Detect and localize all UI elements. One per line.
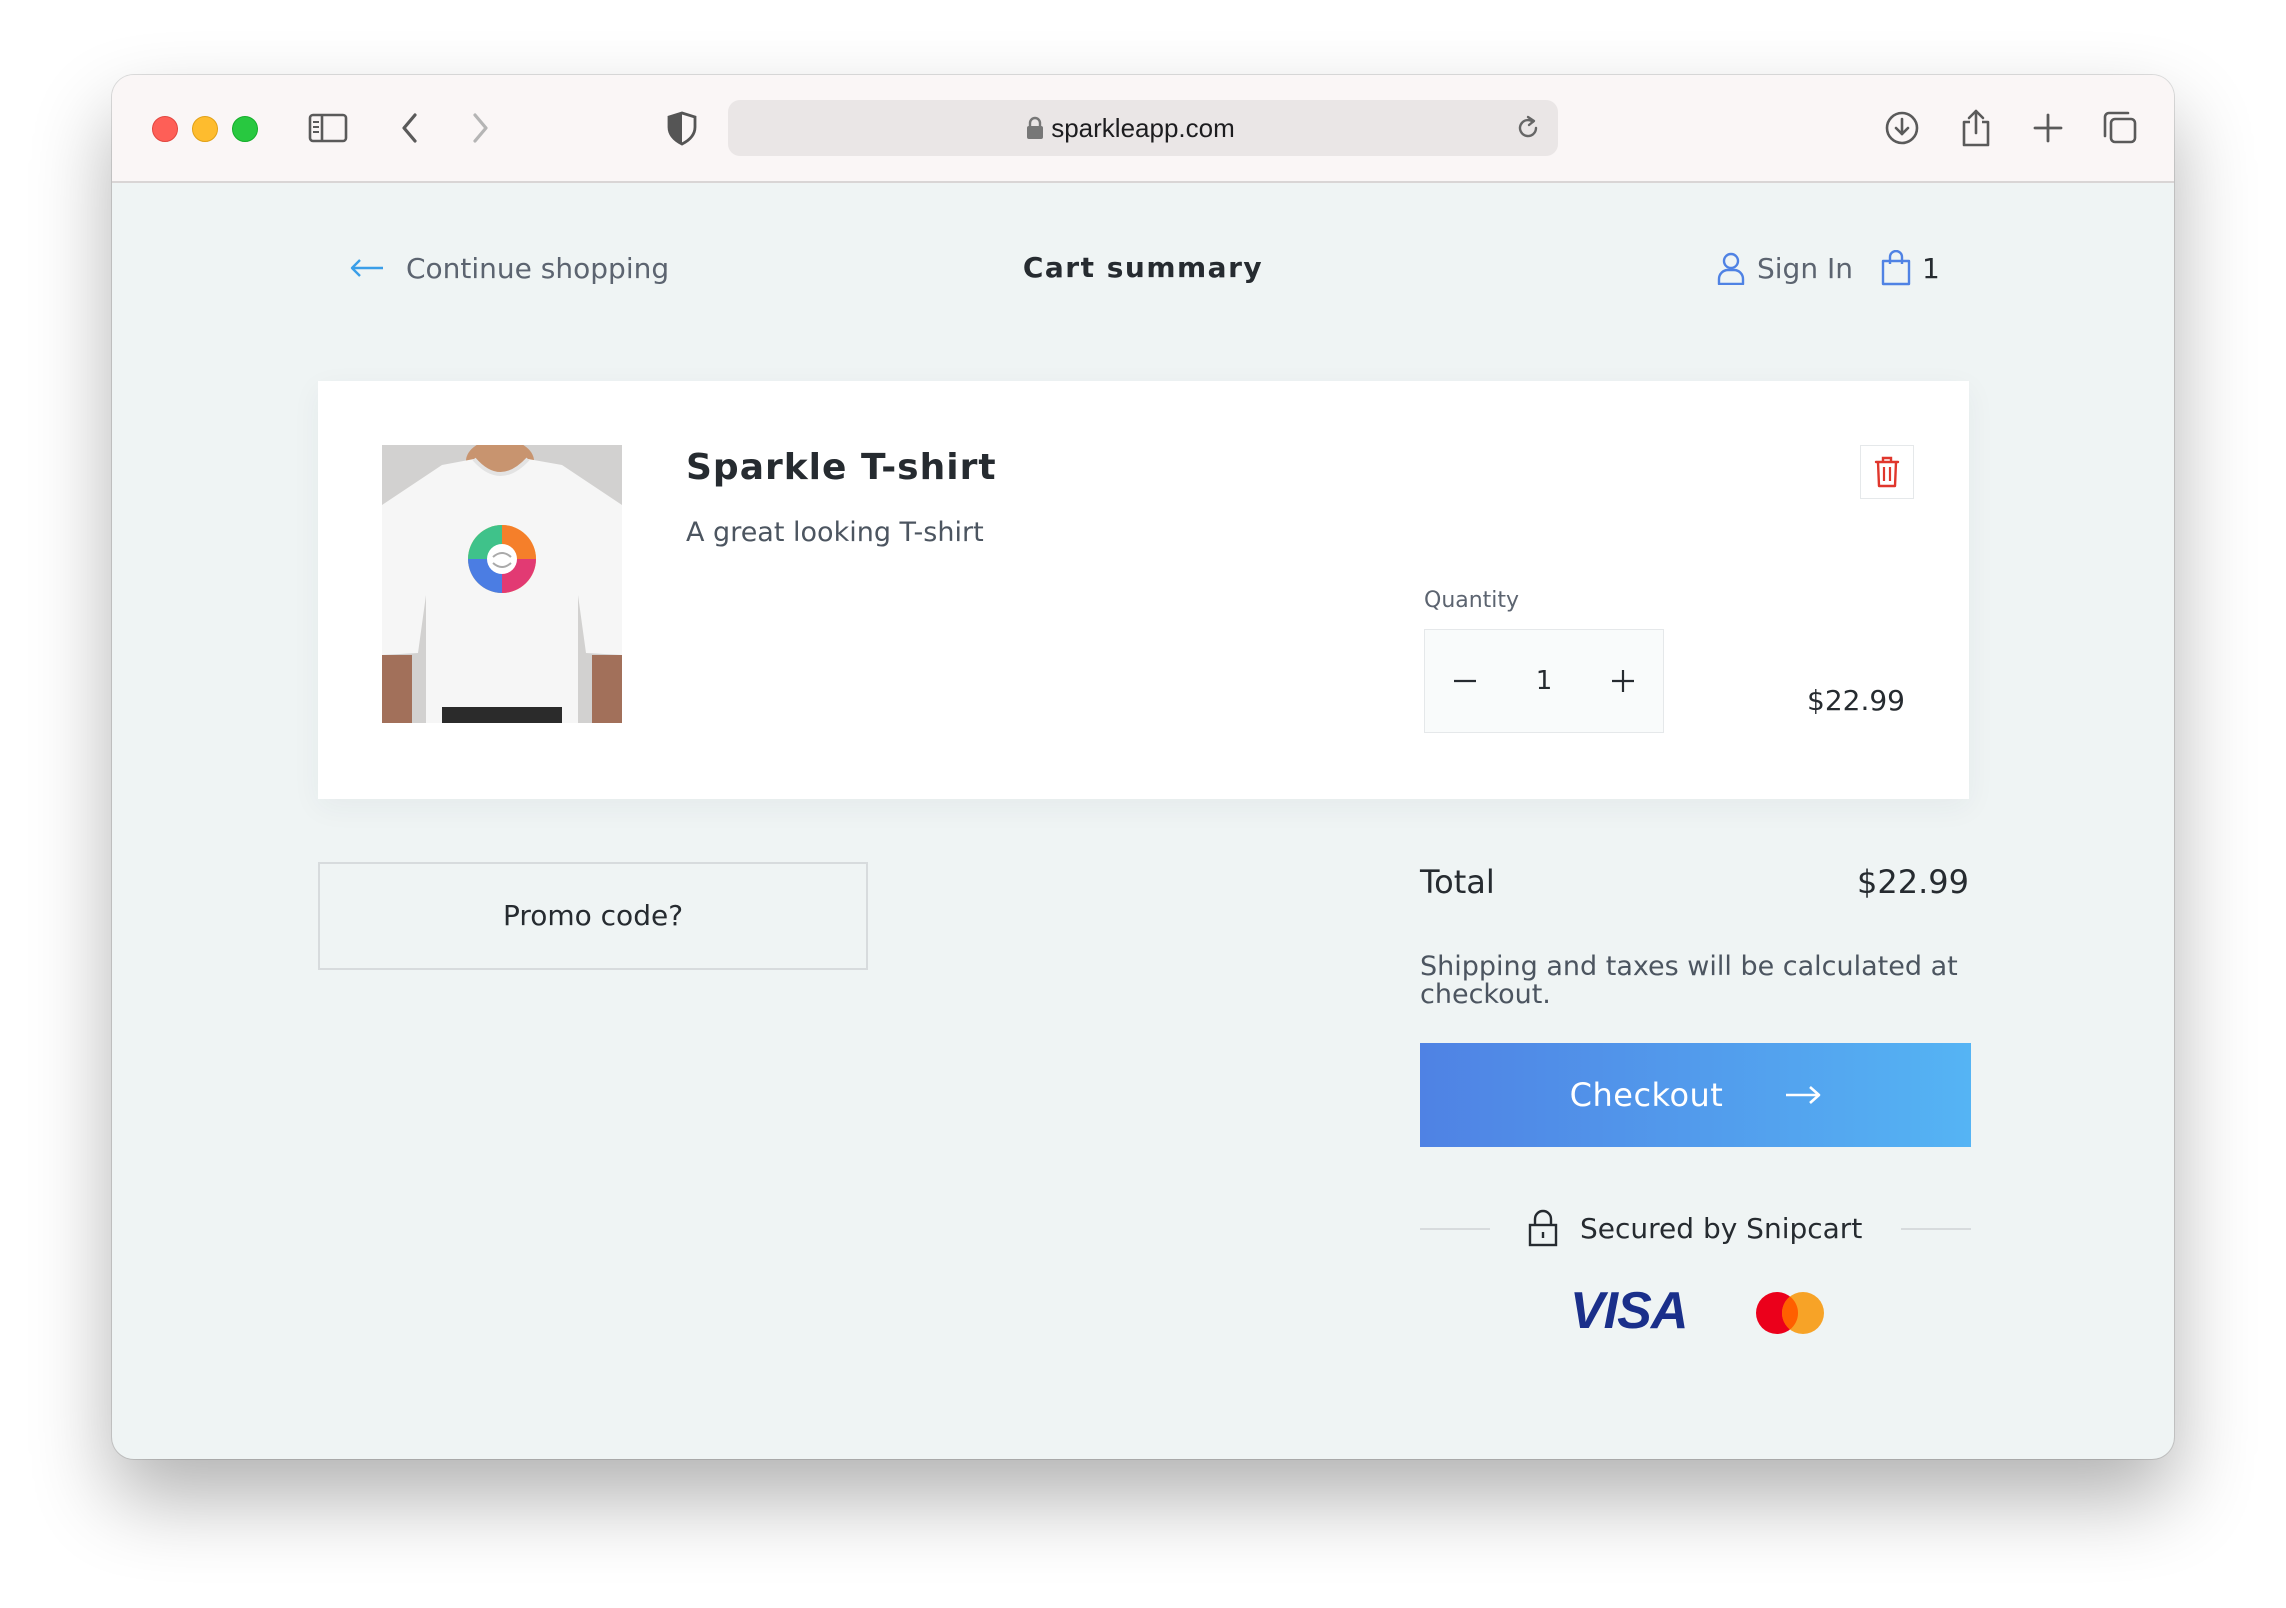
increase-quantity-button[interactable]: [1583, 630, 1663, 732]
privacy-shield-icon[interactable]: [660, 105, 704, 151]
zoom-window-button[interactable]: [232, 116, 258, 142]
remove-item-button[interactable]: [1860, 445, 1914, 499]
browser-toolbar: sparkleapp.com: [112, 75, 2174, 183]
total-value: $22.99: [1857, 863, 1969, 901]
cart-item: Sparkle T-shirt A great looking T-shirt …: [318, 381, 1969, 799]
sign-in-link[interactable]: Sign In: [1717, 243, 1853, 293]
new-tab-icon[interactable]: [2026, 105, 2070, 151]
page-title: Cart summary: [1022, 251, 1264, 284]
quantity-value[interactable]: 1: [1505, 630, 1583, 732]
product-name: Sparkle T-shirt: [686, 447, 997, 488]
lock-icon: [1026, 116, 1044, 144]
forward-icon[interactable]: [458, 105, 502, 151]
lock-icon: [1528, 1209, 1558, 1251]
url-text: sparkleapp.com: [1051, 113, 1235, 143]
sign-in-label: Sign In: [1757, 251, 1853, 285]
item-price: $22.99: [1807, 684, 1905, 717]
back-icon[interactable]: [388, 105, 432, 151]
plus-icon: [1612, 670, 1634, 692]
quantity-label: Quantity: [1424, 588, 1520, 613]
divider: [1901, 1228, 1971, 1230]
product-description: A great looking T-shirt: [686, 517, 984, 548]
mastercard-logo: [1755, 1291, 1825, 1335]
product-image: [382, 445, 622, 723]
tab-overview-icon[interactable]: [2098, 105, 2142, 151]
sidebar-toggle-icon[interactable]: [306, 105, 350, 151]
secured-by-row: Secured by Snipcart: [1420, 1207, 1971, 1251]
close-window-button[interactable]: [152, 116, 178, 142]
browser-window: sparkleapp.com Continue shopping Cart su…: [112, 75, 2174, 1459]
trash-icon: [1874, 456, 1900, 488]
decrease-quantity-button[interactable]: [1425, 630, 1505, 732]
cart-count: 1: [1922, 251, 1940, 285]
quantity-stepper: 1: [1424, 629, 1664, 733]
visa-logo: VISA: [1570, 1282, 1688, 1340]
address-bar[interactable]: sparkleapp.com: [728, 100, 1558, 156]
minus-icon: [1454, 679, 1476, 683]
checkout-label: Checkout: [1569, 1076, 1724, 1114]
cart-page: Continue shopping Cart summary Sign In 1: [112, 183, 2174, 1459]
promo-code-button[interactable]: Promo code?: [318, 862, 868, 970]
secured-label: Secured by Snipcart: [1580, 1212, 1863, 1245]
checkout-button[interactable]: Checkout: [1420, 1043, 1971, 1147]
user-icon: [1717, 252, 1745, 285]
share-icon[interactable]: [1954, 105, 1998, 151]
reload-icon[interactable]: [1514, 114, 1542, 146]
arrow-right-icon: [1786, 1086, 1821, 1104]
total-label: Total: [1420, 863, 1495, 901]
shopping-bag-icon: [1881, 250, 1911, 286]
divider: [1420, 1228, 1490, 1230]
cart-indicator[interactable]: 1: [1880, 243, 1940, 293]
shipping-note: Shipping and taxes will be calculated at…: [1420, 951, 1958, 1010]
minimize-window-button[interactable]: [192, 116, 218, 142]
downloads-icon[interactable]: [1880, 105, 1924, 151]
